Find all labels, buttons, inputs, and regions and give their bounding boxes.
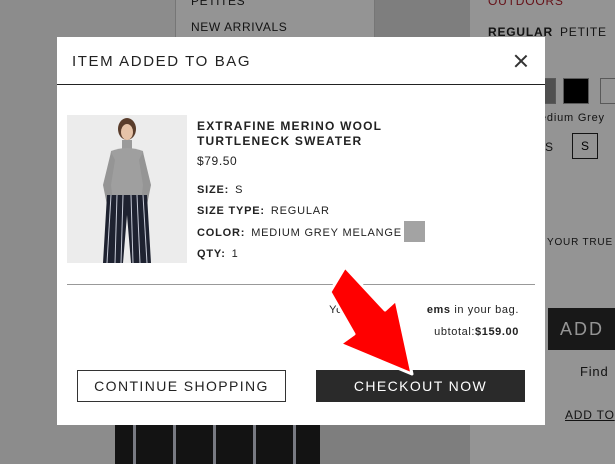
bag-count-prefix: You xyxy=(329,304,350,316)
subtotal-label: ubtotal: xyxy=(434,326,476,338)
color-row: COLOR: MEDIUM GREY MELANGE xyxy=(197,227,402,239)
bag-count-suffix: in your bag. xyxy=(454,304,519,316)
color-label: COLOR: xyxy=(197,227,246,239)
size-row: SIZE: S xyxy=(197,184,243,196)
modal-header: ITEM ADDED TO BAG xyxy=(57,37,545,85)
bag-count-text: You ems in your bag. xyxy=(329,304,519,316)
model-figure xyxy=(67,115,187,263)
size-value: S xyxy=(235,184,244,196)
divider xyxy=(67,284,535,285)
added-to-bag-modal: ITEM ADDED TO BAG EXTRAFINE MERINO WOOL … xyxy=(57,37,545,425)
checkout-now-button[interactable]: CHECKOUT NOW xyxy=(316,370,525,402)
modal-title: ITEM ADDED TO BAG xyxy=(72,53,252,70)
qty-value: 1 xyxy=(231,248,239,260)
continue-shopping-button[interactable]: CONTINUE SHOPPING xyxy=(77,370,286,402)
subtotal-text: ubtotal:$159.00 xyxy=(434,326,519,338)
product-price: $79.50 xyxy=(197,154,238,168)
qty-label: QTY: xyxy=(197,248,226,260)
bag-count-bold: ems xyxy=(426,304,451,316)
screen: PETITES NEW ARRIVALS OUTDOORS REGULAR PE… xyxy=(0,0,615,464)
color-value: MEDIUM GREY MELANGE xyxy=(251,227,402,239)
close-icon[interactable] xyxy=(511,51,531,71)
size-type-label: SIZE TYPE: xyxy=(197,205,265,217)
product-image xyxy=(67,115,187,263)
color-swatch xyxy=(404,221,425,242)
product-name[interactable]: EXTRAFINE MERINO WOOL TURTLENECK SWEATER xyxy=(197,119,427,149)
size-label: SIZE: xyxy=(197,184,230,196)
size-type-value: REGULAR xyxy=(270,205,330,217)
size-type-row: SIZE TYPE: REGULAR xyxy=(197,205,330,217)
qty-row: QTY: 1 xyxy=(197,248,239,260)
subtotal-value: $159.00 xyxy=(475,326,519,338)
